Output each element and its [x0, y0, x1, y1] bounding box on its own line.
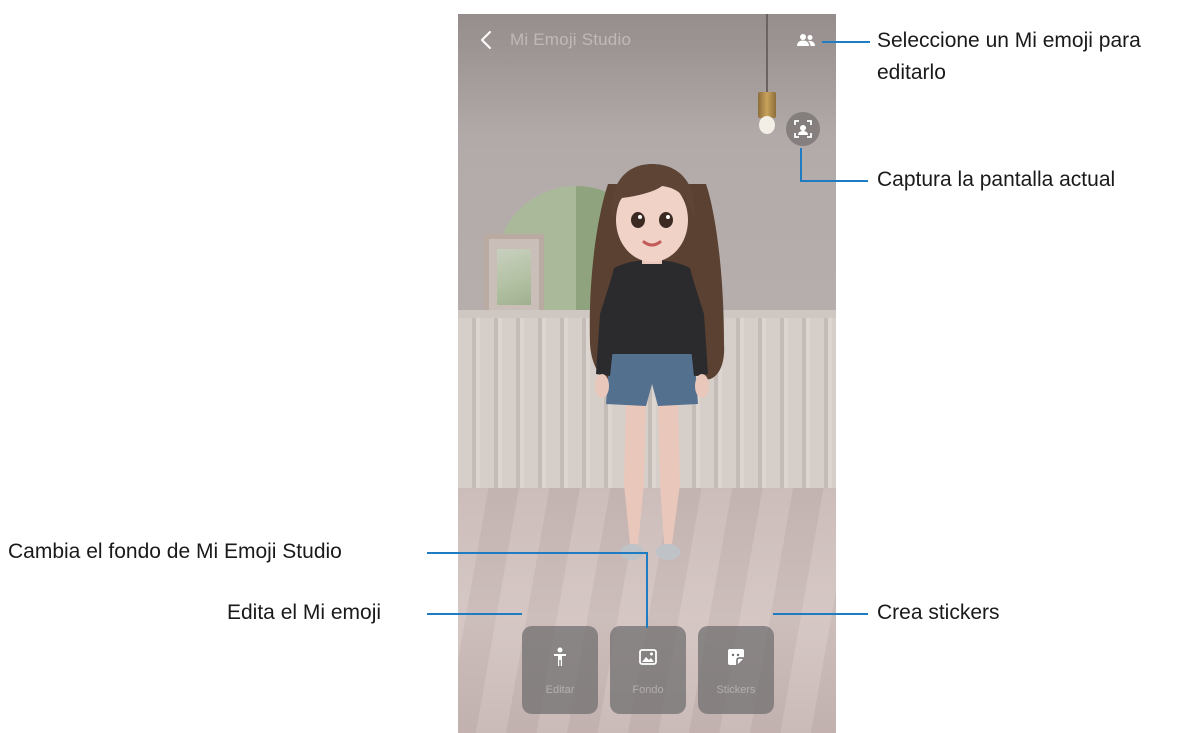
- leader-line-edit-emoji: [427, 613, 522, 615]
- back-button[interactable]: [476, 28, 496, 52]
- change-background-label: Fondo: [632, 684, 664, 696]
- capture-button[interactable]: [786, 112, 820, 146]
- people-icon: [797, 34, 815, 46]
- callout-capture: Captura la pantalla actual: [877, 168, 1116, 191]
- leader-line-background-horizontal: [427, 552, 648, 554]
- sticker-icon: [728, 649, 744, 665]
- person-icon: [554, 647, 566, 666]
- avatar-shorts: [606, 350, 698, 406]
- chevron-left-icon: [481, 31, 491, 49]
- create-stickers-button[interactable]: Stickers: [698, 626, 774, 714]
- callout-select-emoji-line1: Seleccione un Mi emoji para: [877, 29, 1141, 52]
- callout-edit-emoji: Edita el Mi emoji: [227, 601, 382, 624]
- callout-change-background: Cambia el fondo de Mi Emoji Studio: [8, 540, 342, 563]
- edit-emoji-label: Editar: [545, 684, 575, 696]
- leader-line-select-emoji: [822, 41, 870, 43]
- image-icon: [639, 649, 657, 665]
- callout-select-emoji-line2: editarlo: [877, 61, 946, 84]
- top-bar: Mi Emoji Studio: [458, 14, 836, 66]
- create-stickers-label: Stickers: [716, 684, 756, 696]
- avatar-left-leg: [624, 404, 646, 544]
- avatar-left-eye: [631, 212, 645, 228]
- face-capture-icon: [794, 120, 812, 138]
- avatar-left-hand: [595, 374, 609, 398]
- leader-line-capture-horizontal: [800, 180, 868, 182]
- leader-line-create-stickers: [773, 613, 868, 615]
- app-title: Mi Emoji Studio: [510, 30, 632, 49]
- select-emoji-button[interactable]: [794, 29, 818, 51]
- callout-create-stickers: Crea stickers: [877, 601, 1000, 624]
- avatar-right-hand: [695, 374, 709, 398]
- avatar-right-eye: [659, 212, 673, 228]
- change-background-button[interactable]: Fondo: [610, 626, 686, 714]
- avatar-right-leg: [658, 404, 680, 544]
- leader-line-capture-vertical: [800, 148, 802, 182]
- avatar-right-shoe: [656, 544, 680, 560]
- leader-line-background-vertical: [646, 552, 648, 628]
- edit-emoji-button[interactable]: Editar: [522, 626, 598, 714]
